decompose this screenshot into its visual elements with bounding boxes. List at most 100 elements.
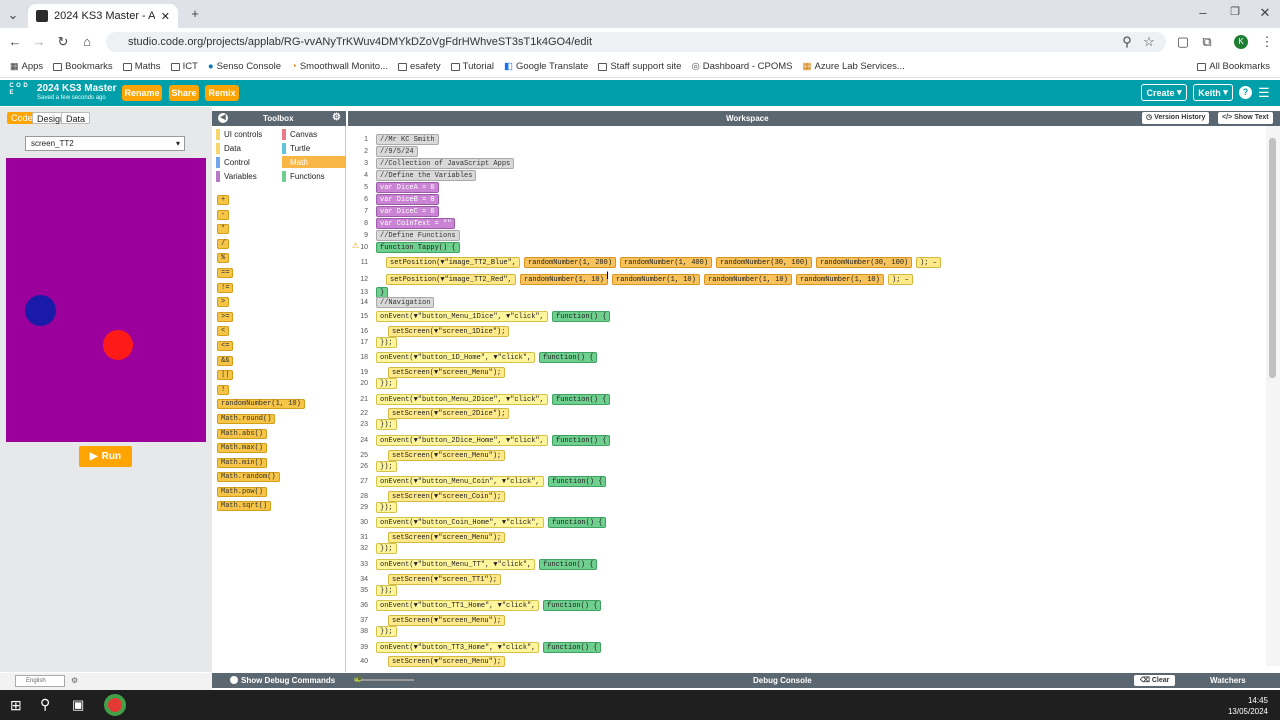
workspace-scrollbar[interactable] bbox=[1266, 126, 1280, 666]
toolbox-block[interactable]: randomNumber(1, 10) bbox=[217, 399, 305, 410]
toolbox-category[interactable]: Turtle bbox=[282, 142, 346, 154]
bookmark-star-icon[interactable]: ☆ bbox=[1142, 34, 1156, 50]
toolbox-block[interactable]: < bbox=[217, 326, 230, 337]
run-button[interactable]: ▶ Run bbox=[79, 446, 132, 467]
bookmark-folder[interactable]: Bookmarks bbox=[53, 61, 113, 72]
toolbox-block[interactable]: Math.sqrt() bbox=[217, 501, 272, 512]
code-block-event[interactable]: }); bbox=[376, 502, 397, 513]
windows-start-icon[interactable]: ⊞ bbox=[10, 697, 22, 714]
taskbar-search-icon[interactable]: ⚲ bbox=[40, 696, 50, 713]
code-block-random-number[interactable]: randomNumber(1, 10) bbox=[612, 274, 700, 285]
tab-data[interactable]: Data bbox=[61, 112, 91, 124]
toolbox-block[interactable]: Math.abs() bbox=[217, 428, 268, 439]
image-tt2-blue[interactable] bbox=[25, 295, 56, 326]
code-block-event[interactable]: onEvent(▼"button_Menu_1Dice", ▼"click", bbox=[376, 311, 548, 322]
close-window-icon[interactable]: ✕ bbox=[1258, 5, 1272, 21]
code-block-random-number[interactable]: randomNumber(30, 100) bbox=[816, 257, 913, 268]
all-bookmarks[interactable]: All Bookmarks bbox=[1197, 61, 1270, 72]
create-menu-button[interactable]: Create ▾ bbox=[1141, 84, 1187, 101]
bookmark-link[interactable]: ● Senso Console bbox=[208, 61, 281, 72]
bookmark-folder[interactable]: Staff support site bbox=[598, 61, 681, 72]
code-block-statement[interactable]: setScreen(▼"screen_Menu"); bbox=[388, 532, 506, 543]
toolbox-category[interactable]: UI controls bbox=[216, 128, 282, 140]
code-block-event[interactable]: }); bbox=[376, 626, 397, 637]
code-block-comment[interactable]: //9/5/24 bbox=[376, 146, 418, 157]
code-block-event[interactable]: onEvent(▼"button_Menu_TT", ▼"click", bbox=[376, 559, 536, 570]
bookmark-link[interactable]: ◔ Smoothwall Monito... bbox=[291, 61, 388, 72]
browser-menu-icon[interactable]: ⋮ bbox=[1260, 34, 1274, 50]
remix-button[interactable]: Remix bbox=[205, 85, 239, 101]
code-block-event[interactable]: }); bbox=[376, 419, 397, 430]
collapse-toolbox-icon[interactable]: ◀ bbox=[218, 113, 228, 123]
expand-debug-icon[interactable] bbox=[230, 676, 238, 684]
code-block-variable[interactable]: var DiceB = 0 bbox=[376, 194, 439, 205]
reload-icon[interactable]: ↻ bbox=[56, 34, 70, 50]
code-block-statement[interactable]: setScreen(▼"screen_Menu"); bbox=[388, 656, 506, 667]
code-block-statement[interactable]: ); – bbox=[888, 274, 913, 285]
toolbox-block[interactable]: % bbox=[217, 253, 230, 264]
toolbox-block[interactable]: Math.max() bbox=[217, 443, 268, 454]
chrome-taskbar-icon[interactable] bbox=[104, 694, 126, 716]
forward-icon[interactable]: → bbox=[32, 34, 46, 49]
settings-gear-icon[interactable]: ⚙ bbox=[71, 676, 78, 685]
toolbox-block[interactable]: || bbox=[217, 370, 234, 381]
code-block-random-number[interactable]: randomNumber(30, 100) bbox=[716, 257, 813, 268]
bookmark-folder[interactable]: Maths bbox=[122, 61, 161, 72]
toolbox-block[interactable]: * bbox=[217, 224, 230, 235]
code-block-function[interactable]: function() { bbox=[552, 311, 611, 322]
extension-icon[interactable]: ▢ bbox=[1176, 34, 1190, 50]
language-select[interactable]: English bbox=[15, 675, 65, 687]
close-tab-icon[interactable]: ✕ bbox=[161, 10, 170, 23]
code-block-function[interactable]: function() { bbox=[543, 642, 602, 653]
code-block-random-number[interactable]: randomNumber(1, 280) bbox=[524, 257, 617, 268]
code-block-event[interactable]: onEvent(▼"button_Coin_Home", ▼"click", bbox=[376, 517, 544, 528]
browser-tab[interactable]: 2024 KS3 Master - App Lab - C ✕ bbox=[28, 4, 178, 28]
code-block-statement[interactable]: setScreen(▼"screen_TT1"); bbox=[388, 574, 502, 585]
code-block-comment[interactable]: //Define the Variables bbox=[376, 170, 477, 181]
code-block-statement[interactable]: setScreen(▼"screen_Menu"); bbox=[388, 615, 506, 626]
code-block-statement[interactable]: setPosition(▼"image_TT2_Blue", bbox=[386, 257, 521, 268]
toolbox-category[interactable]: Control bbox=[216, 156, 282, 168]
code-block-event[interactable]: onEvent(▼"button_TT3_Home", ▼"click", bbox=[376, 642, 540, 653]
bookmark-folder[interactable]: ICT bbox=[170, 61, 198, 72]
toolbox-block[interactable]: == bbox=[217, 267, 234, 278]
code-block-function[interactable]: function() { bbox=[552, 435, 611, 446]
scrollbar-thumb[interactable] bbox=[1269, 138, 1276, 378]
rename-button[interactable]: Rename bbox=[122, 85, 162, 101]
code-block-function[interactable]: function() { bbox=[548, 476, 607, 487]
task-view-icon[interactable]: ▣ bbox=[72, 697, 84, 713]
bookmark-link[interactable]: ▦ Azure Lab Services... bbox=[803, 61, 905, 72]
toolbox-block[interactable]: + bbox=[217, 195, 230, 205]
toolbox-block[interactable]: Math.pow() bbox=[217, 486, 268, 497]
bookmark-link[interactable]: ◎ Dashboard - CPOMS bbox=[691, 61, 792, 72]
toolbox-block[interactable]: Math.min() bbox=[217, 457, 268, 468]
zoom-icon[interactable]: ⚲ bbox=[1120, 34, 1134, 50]
share-button[interactable]: Share bbox=[169, 85, 199, 101]
code-block-event[interactable]: onEvent(▼"button_Menu_Coin", ▼"click", bbox=[376, 476, 544, 487]
toolbox-block[interactable]: && bbox=[217, 355, 234, 366]
clear-button[interactable]: ⌫ Clear bbox=[1134, 675, 1176, 686]
toolbox-block[interactable]: - bbox=[217, 209, 230, 220]
code-block-variable[interactable]: var CoinText = "" bbox=[376, 218, 456, 229]
code-block-function[interactable]: function() { bbox=[552, 394, 611, 405]
help-icon[interactable]: ? bbox=[1239, 86, 1252, 99]
code-block-event[interactable]: }); bbox=[376, 337, 397, 348]
code-block-random-number[interactable]: randomNumber(1, 400) bbox=[620, 257, 713, 268]
toolbox-block[interactable]: Math.random() bbox=[217, 472, 280, 483]
code-org-logo[interactable]: C O D E bbox=[8, 83, 30, 104]
extensions-puzzle-icon[interactable]: ⧉ bbox=[1200, 34, 1214, 50]
code-block-statement[interactable]: setScreen(▼"screen_1Dice"); bbox=[388, 326, 510, 337]
code-block-statement[interactable]: setScreen(▼"screen_Menu"); bbox=[388, 450, 506, 461]
code-block-event[interactable]: }); bbox=[376, 378, 397, 389]
bookmark-folder[interactable]: Tutorial bbox=[450, 61, 494, 72]
toolbox-block[interactable]: <= bbox=[217, 340, 234, 351]
code-block-statement[interactable]: setScreen(▼"screen_Coin"); bbox=[388, 491, 506, 502]
restore-icon[interactable]: ❐ bbox=[1228, 5, 1242, 18]
toolbox-category[interactable]: Variables bbox=[216, 170, 282, 182]
bookmark-folder[interactable]: esafety bbox=[398, 61, 441, 72]
toolbox-category[interactable]: Data bbox=[216, 142, 282, 154]
code-block-random-number[interactable]: randomNumber(1, 10) bbox=[520, 274, 608, 285]
code-block-statement[interactable]: setScreen(▼"screen_2Dice"); bbox=[388, 408, 510, 419]
code-block-function[interactable]: function() { bbox=[543, 600, 602, 611]
code-block-function[interactable]: function Tappy() { bbox=[376, 242, 460, 253]
